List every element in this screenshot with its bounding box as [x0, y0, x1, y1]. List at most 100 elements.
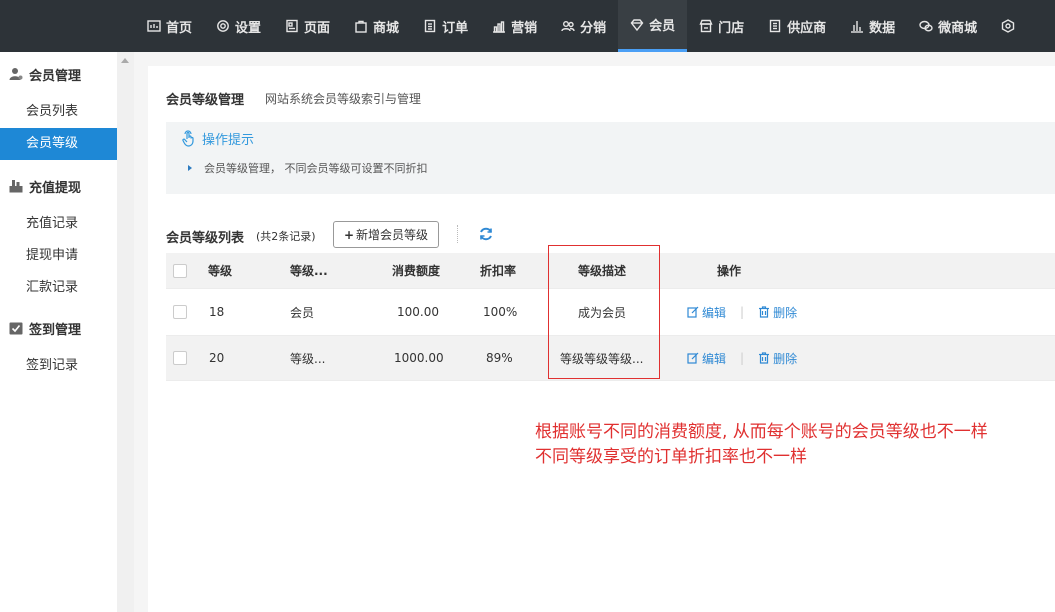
cell-amount: 1000.00 — [394, 351, 444, 365]
sidebar-item-checkin-records[interactable]: 签到记录 — [0, 350, 117, 382]
col-header-discount[interactable]: 折扣率 — [480, 253, 516, 288]
trash-icon — [759, 306, 770, 318]
plus-icon: + — [343, 227, 355, 242]
topnav-label: 营销 — [511, 20, 538, 36]
cell-level: 20 — [209, 351, 225, 365]
row-select-cell — [173, 289, 187, 335]
edit-link[interactable]: 编辑 — [687, 350, 726, 367]
cell-discount: 100% — [483, 305, 518, 319]
topnav-label: 门店 — [718, 20, 745, 36]
tips-line: 会员等级管理， 不同会员等级可设置不同折扣 — [188, 160, 428, 176]
topnav-label: 订单 — [442, 20, 469, 36]
delete-link[interactable]: 删除 — [758, 350, 797, 367]
sidebar-item-deposit-records[interactable]: 充值记录 — [0, 208, 117, 240]
hand-pointer-icon — [182, 129, 194, 147]
topnav-label: 分销 — [580, 20, 607, 36]
top-nav: 首页 设置 页面 商城 订单 营销 分销 会员 门店 供应商 数据 微商城 — [135, 0, 1032, 52]
page-subtitle: 网站系统会员等级索引与管理 — [265, 92, 422, 106]
sidebar-scrollbar[interactable] — [117, 52, 134, 612]
topnav-orders[interactable]: 订单 — [411, 0, 480, 52]
topnav-stores[interactable]: 门店 — [687, 0, 756, 52]
sidebar-item-withdraw-requests[interactable]: 提现申请 — [0, 240, 117, 272]
delete-label: 删除 — [773, 351, 798, 366]
topnav-more[interactable] — [989, 0, 1032, 52]
edit-icon — [687, 352, 699, 364]
cell-level-name: 会员 — [290, 305, 315, 320]
topnav-label: 供应商 — [787, 20, 827, 36]
col-header-amount[interactable]: 消费额度 — [392, 253, 440, 288]
topnav-label: 数据 — [869, 20, 896, 36]
delete-label: 删除 — [773, 305, 798, 320]
topnav-suppliers[interactable]: 供应商 — [756, 0, 838, 52]
divider — [457, 225, 458, 243]
cell-amount: 100.00 — [397, 305, 439, 319]
delete-link[interactable]: 删除 — [758, 304, 797, 321]
edit-label: 编辑 — [702, 351, 727, 366]
topnav-distribution[interactable]: 分销 — [549, 0, 618, 52]
supplier-icon — [769, 19, 781, 33]
refresh-icon[interactable] — [478, 226, 494, 242]
page-title: 会员等级管理 — [166, 93, 245, 108]
users-icon — [561, 21, 575, 32]
gear-icon — [217, 20, 229, 32]
order-icon — [424, 19, 436, 33]
scroll-up-icon[interactable] — [121, 58, 129, 63]
row-checkbox[interactable] — [173, 305, 187, 319]
annotation-line-1: 根据账号不同的消费额度, 从而每个账号的会员等级也不一样 — [535, 422, 988, 442]
cell-discount: 89% — [486, 351, 513, 365]
sidebar-group-label: 充值提现 — [29, 180, 82, 196]
topnav-label: 会员 — [649, 19, 676, 34]
user-icon — [9, 68, 23, 80]
edit-icon — [687, 306, 699, 318]
topnav-home[interactable]: 首页 — [135, 0, 204, 52]
top-navbar: 首页 设置 页面 商城 订单 营销 分销 会员 门店 供应商 数据 微商城 — [0, 0, 1055, 52]
dashboard-icon — [147, 20, 161, 32]
cell-actions: 编辑 | 删除 — [687, 289, 797, 335]
annotation-highlight-box — [548, 245, 660, 379]
sidebar-item-remittance-records[interactable]: 汇款记录 — [0, 272, 117, 304]
sidebar-group-members[interactable]: 会员管理 — [0, 52, 117, 96]
cell-level-name: 等级... — [290, 351, 326, 366]
topnav-mall[interactable]: 商城 — [342, 0, 411, 52]
tips-text: 会员等级管理， 不同会员等级可设置不同折扣 — [204, 162, 428, 175]
sidebar-group-deposit[interactable]: 充值提现 — [0, 164, 117, 208]
sidebar-item-member-level[interactable]: 会员等级 — [0, 128, 117, 160]
row-select-cell — [173, 336, 187, 380]
diamond-icon — [630, 18, 644, 31]
add-button-label: 新增会员等级 — [356, 228, 429, 242]
topnav-label: 设置 — [235, 20, 262, 36]
edit-link[interactable]: 编辑 — [687, 304, 726, 321]
row-checkbox[interactable] — [173, 351, 187, 365]
topnav-settings[interactable]: 设置 — [204, 0, 273, 52]
cell-level: 18 — [209, 305, 225, 319]
topnav-label: 商城 — [373, 20, 400, 36]
col-header-actions: 操作 — [717, 264, 742, 278]
action-separator: | — [740, 351, 745, 365]
deposit-icon — [9, 180, 23, 193]
topnav-pages[interactable]: 页面 — [273, 0, 342, 52]
store-icon — [699, 19, 713, 33]
select-all-checkbox[interactable] — [173, 263, 187, 278]
bar-chart-icon — [851, 21, 864, 33]
topnav-label: 首页 — [166, 20, 193, 36]
action-separator: | — [740, 305, 745, 319]
topnav-wechat-mall[interactable]: 微商城 — [907, 0, 989, 52]
checkin-icon — [9, 322, 23, 335]
sidebar: 会员管理 会员列表 会员等级 充值提现 充值记录 提现申请 汇款记录 签到管理 … — [0, 52, 117, 612]
add-member-level-button[interactable]: + 新增会员等级 — [333, 221, 439, 248]
sidebar-group-checkin[interactable]: 签到管理 — [0, 306, 117, 350]
topnav-marketing[interactable]: 营销 — [480, 0, 549, 52]
tips-heading[interactable]: 操作提示 — [180, 129, 254, 148]
tips-panel: 操作提示 会员等级管理， 不同会员等级可设置不同折扣 — [166, 122, 1055, 194]
topnav-data[interactable]: 数据 — [838, 0, 907, 52]
topnav-members[interactable]: 会员 — [618, 0, 688, 52]
topnav-label: 微商城 — [938, 20, 978, 36]
caret-right-icon — [188, 165, 192, 171]
sidebar-item-member-list[interactable]: 会员列表 — [0, 96, 117, 128]
logo-area — [0, 0, 135, 52]
sidebar-group-label: 签到管理 — [29, 322, 82, 338]
col-header-level-name[interactable]: 等级... — [290, 253, 328, 288]
col-header-level[interactable]: 等级 — [208, 253, 232, 288]
chart-icon — [493, 21, 506, 33]
list-count: (共2条记录) — [256, 230, 316, 243]
